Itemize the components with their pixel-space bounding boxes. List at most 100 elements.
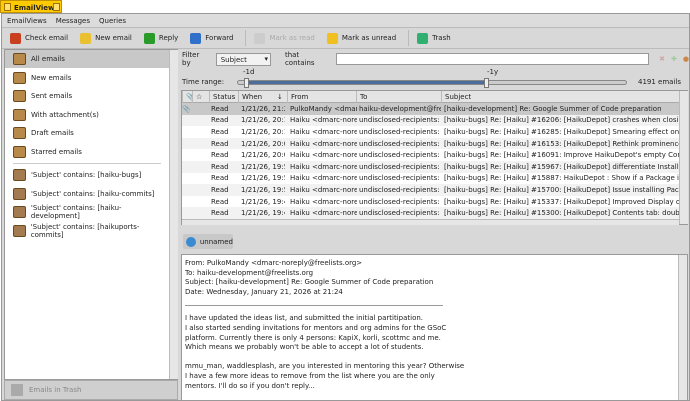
trash-icon	[417, 33, 428, 44]
cell-when: 1/21/26, 20:12	[238, 116, 285, 124]
attachment-icon: 📎	[182, 105, 192, 113]
new-email-icon	[80, 33, 91, 44]
cell-status: Read	[209, 209, 239, 217]
email-body-line: mmu_man, waddlesplash, are you intereste…	[185, 362, 684, 372]
trash-icon	[11, 384, 23, 396]
range-end-handle[interactable]	[484, 78, 489, 88]
cell-when: 1/21/26, 20:09	[238, 140, 285, 148]
table-row[interactable]: Read1/21/26, 20:13Haiku <dmarc-nore...un…	[182, 126, 679, 138]
cell-subject: [haiku-bugs] Re: [Haiku] #16206: [HaikuD…	[441, 116, 679, 124]
sidebar-query[interactable]: 'Subject' contains: [haiku-commits]	[5, 185, 169, 203]
sidebar-query[interactable]: 'Subject' contains: [haiku-bugs]	[5, 166, 169, 184]
query-settings-icon[interactable]: ●	[683, 55, 689, 63]
menu-emailviews[interactable]: EmailViews	[7, 17, 47, 24]
cell-when: 1/21/26, 19:55	[238, 174, 285, 182]
sidebar-item[interactable]: Starred emails	[5, 143, 169, 161]
filter-field-select[interactable]: Subject▾	[216, 53, 271, 66]
email-body-line: platform. Currently there is only 4 pers…	[185, 334, 684, 344]
sidebar-item[interactable]: Sent emails	[5, 87, 169, 105]
window-title: EmailViews	[14, 4, 59, 12]
time-range-slider[interactable]	[237, 80, 627, 85]
trash-button[interactable]: Trash	[417, 33, 451, 44]
button-label: Mark as unread	[342, 34, 396, 42]
table-horizontal-scrollbar[interactable]	[182, 219, 679, 225]
time-range-label: Time range:	[182, 78, 224, 86]
zoom-icon[interactable]	[53, 3, 60, 11]
table-row[interactable]: Read1/21/26, 19:55Haiku <dmarc-nore...un…	[182, 173, 679, 185]
menu-queries[interactable]: Queries	[99, 17, 126, 24]
reply-button[interactable]: Reply	[144, 33, 178, 44]
cell-from: PulkoMandy <dmar...	[287, 105, 357, 113]
new-email-button[interactable]: New email	[80, 33, 132, 44]
email-body-line: I also started sending invitations for m…	[185, 324, 684, 334]
filter-label: Filter by	[182, 51, 210, 67]
email-body-line: I have a few more ideas to remove from t…	[185, 372, 684, 382]
cell-subject: [haiku-bugs] Re: [Haiku] #16285: [HaikuD…	[441, 128, 679, 136]
cell-to: undisclosed-recipients: ;	[356, 209, 441, 217]
sidebar-query[interactable]: 'Subject' contains: [haiku-development]	[5, 203, 169, 221]
cell-subject: [haiku-bugs] Re: [Haiku] #15337: [HaikuD…	[441, 198, 679, 206]
table-row[interactable]: Read1/21/26, 19:53Haiku <dmarc-nore...un…	[182, 184, 679, 196]
menu-bar: EmailViews Messages Queries	[2, 14, 689, 28]
cell-when: 1/21/26, 20:13	[238, 128, 285, 136]
email-header-line: From: PulkoMandy <dmarc-noreply@freelist…	[185, 259, 684, 269]
table-row[interactable]: Read1/21/26, 20:09Haiku <dmarc-nore...un…	[182, 138, 679, 150]
attachment-column-icon[interactable]: 📎	[182, 91, 192, 103]
sidebar-item-label: Sent emails	[31, 92, 72, 100]
sidebar-query[interactable]: 'Subject' contains: [haikuports-commits]	[5, 222, 169, 240]
mark-as-unread-button[interactable]: Mark as unread	[327, 33, 396, 44]
column-header-status[interactable]: Status	[209, 91, 239, 103]
button-label: Trash	[432, 34, 451, 42]
cell-from: Haiku <dmarc-nore...	[287, 116, 357, 124]
cell-when: 1/21/26, 21:24	[238, 105, 285, 113]
cell-subject: [haiku-bugs] Re: [Haiku] #15967: [HaikuD…	[441, 163, 679, 171]
mark-as-read-button[interactable]: Mark as read	[254, 33, 314, 44]
cell-status: Read	[209, 140, 239, 148]
table-row[interactable]: Read1/21/26, 20:12Haiku <dmarc-nore...un…	[182, 115, 679, 127]
sidebar-item[interactable]: With attachment(s)	[5, 106, 169, 124]
star-column-icon[interactable]: ☆	[192, 91, 204, 103]
sidebar-item[interactable]: New emails	[5, 69, 169, 87]
contains-label: that contains	[285, 51, 330, 67]
sidebar-item[interactable]: Draft emails	[5, 124, 169, 142]
window-tab[interactable]: EmailViews	[0, 0, 62, 13]
emails-in-trash-button[interactable]: Emails in Trash	[4, 380, 178, 400]
viewer-scrollbar[interactable]	[678, 255, 687, 400]
cell-subject: [haiku-bugs] Re: [Haiku] #16153: [HaikuD…	[441, 140, 679, 148]
close-icon[interactable]	[4, 3, 11, 11]
check-email-icon	[10, 33, 21, 44]
toolbar: Check email New email Reply Forward Mark as …	[2, 28, 689, 49]
toolbar-separator	[408, 30, 409, 46]
forward-button[interactable]: Forward	[190, 33, 233, 44]
check-email-button[interactable]: Check email	[10, 33, 68, 44]
mailbox-icon	[13, 72, 26, 84]
menu-messages[interactable]: Messages	[56, 17, 90, 24]
range-end-label: -1y	[487, 68, 498, 76]
column-header-subject[interactable]: Subject	[441, 91, 679, 103]
attachment-button[interactable]: unnamed	[183, 234, 233, 249]
email-header-line: To: haiku-development@freelists.org	[185, 269, 684, 279]
column-header-to[interactable]: To	[356, 91, 441, 103]
sidebar-scrollbar[interactable]	[169, 50, 178, 379]
clear-icon[interactable]: ✖	[659, 55, 665, 63]
cell-when: 1/21/26, 19:59	[238, 163, 285, 171]
attachment-label: unnamed	[200, 238, 233, 246]
range-start-handle[interactable]	[244, 78, 249, 88]
column-header-from[interactable]: From	[287, 91, 357, 103]
table-row[interactable]: Read1/21/26, 19:49Haiku <dmarc-nore...un…	[182, 196, 679, 208]
table-row[interactable]: Read1/21/26, 20:02Haiku <dmarc-nore...un…	[182, 149, 679, 161]
filter-field-value: Subject	[221, 56, 247, 64]
sidebar-item[interactable]: All emails	[5, 50, 169, 68]
table-row[interactable]: 📎Read1/21/26, 21:24PulkoMandy <dmar...ha…	[182, 103, 679, 115]
table-vertical-scrollbar[interactable]	[679, 91, 688, 224]
filter-bar: Filter by Subject▾ that contains ✖ ✚ ●	[182, 51, 689, 67]
filter-input[interactable]	[336, 53, 649, 65]
table-row[interactable]: Read1/21/26, 19:59Haiku <dmarc-nore...un…	[182, 161, 679, 173]
sidebar-query-label: 'Subject' contains: [haiku-commits]	[31, 190, 155, 198]
email-header-line: Date: Wednesday, January 21, 2026 at 21:…	[185, 288, 684, 298]
add-query-icon[interactable]: ✚	[671, 55, 677, 63]
range-start-label: -1d	[243, 68, 254, 76]
table-row[interactable]: Read1/21/26, 19:48Haiku <dmarc-nore...un…	[182, 207, 679, 219]
mark-as-unread-icon	[327, 33, 338, 44]
query-icon	[13, 225, 26, 237]
